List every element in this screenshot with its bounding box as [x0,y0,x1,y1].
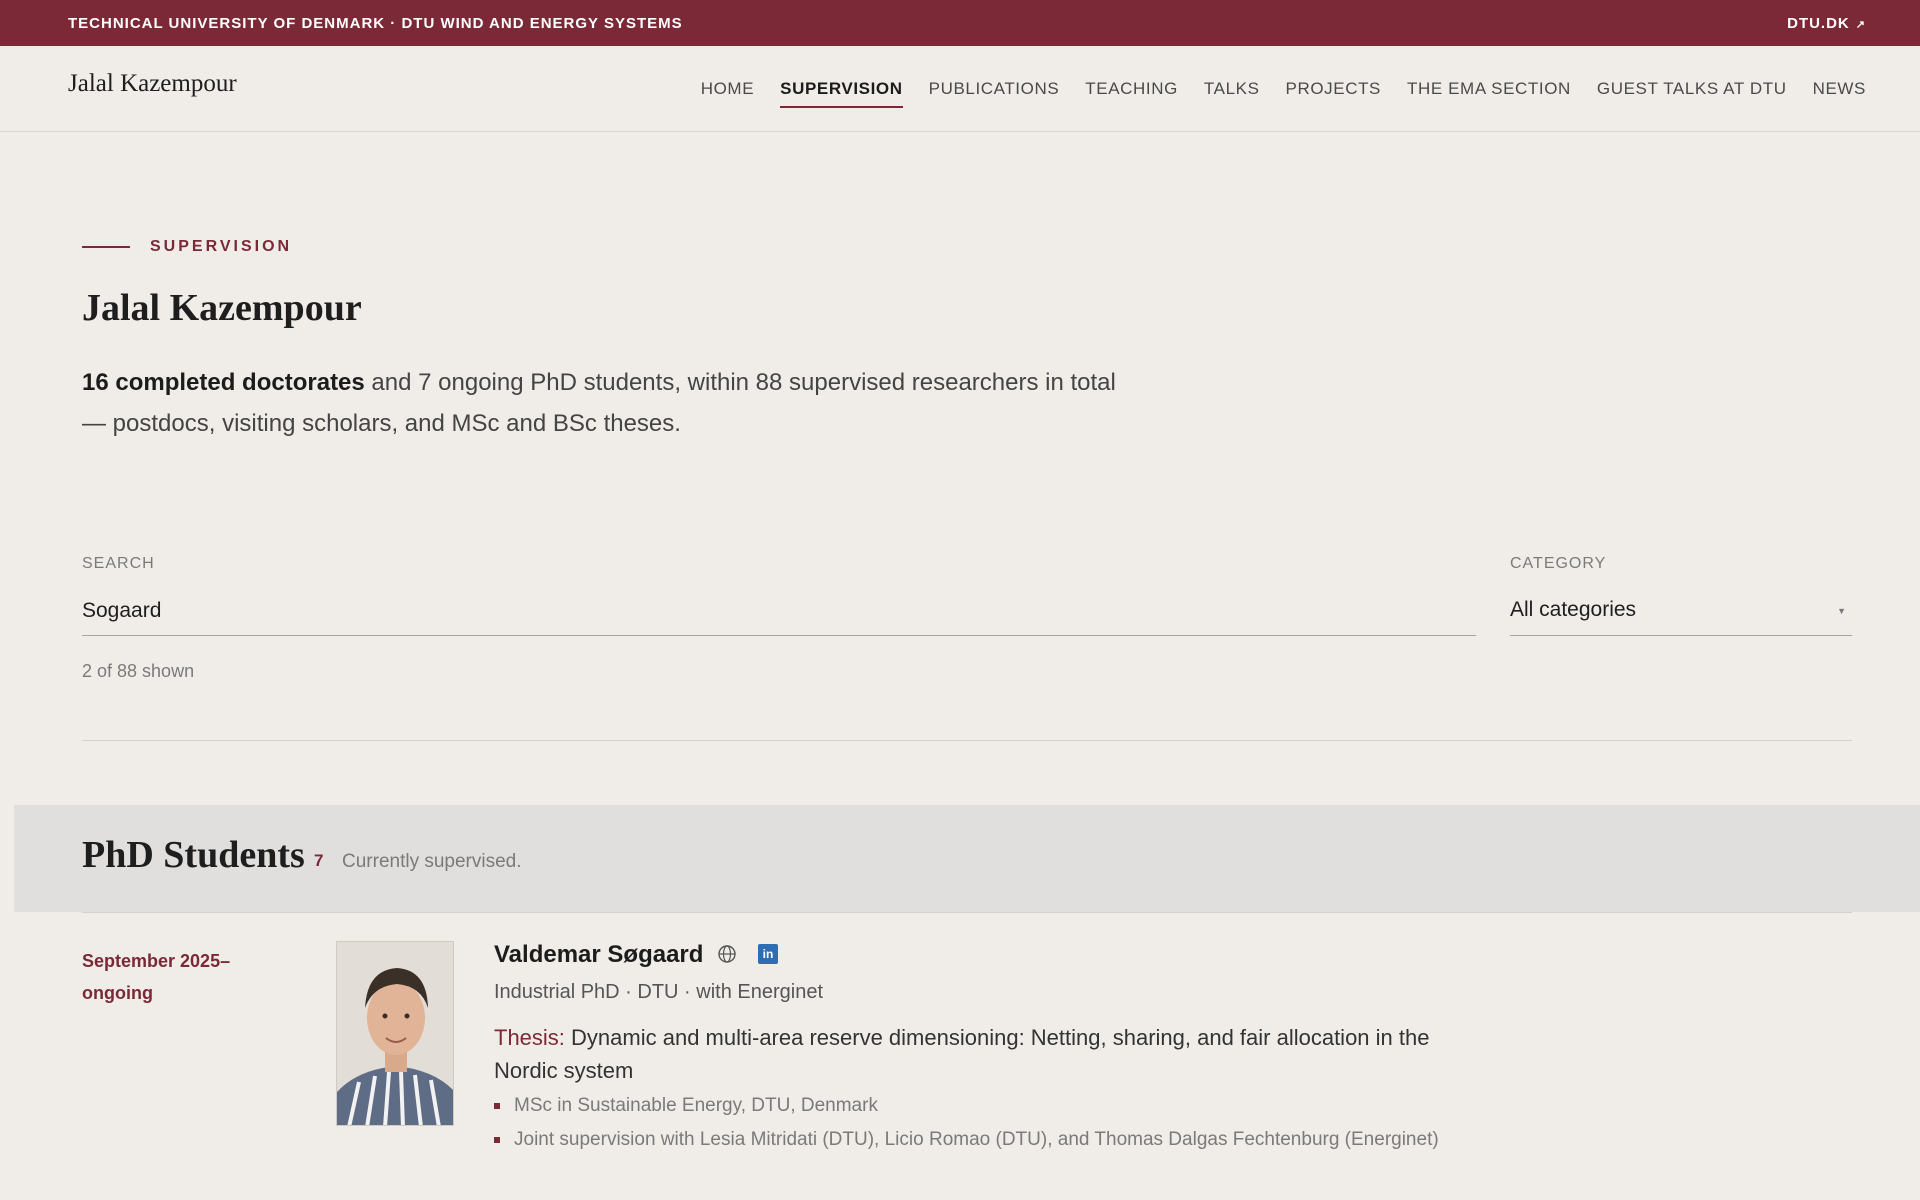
eyebrow-line [82,246,130,248]
nav-teaching[interactable]: TEACHING [1085,79,1178,108]
dtu-external-link[interactable]: DTU.DK ↗ [1787,15,1866,32]
globe-icon[interactable] [717,944,737,964]
site-header: Jalal Kazempour HOME SUPERVISION PUBLICA… [0,46,1920,132]
list-item: MSc in Sustainable Energy, DTU, Denmark [494,1089,1439,1123]
nav-publications[interactable]: PUBLICATIONS [929,79,1060,108]
institution-label: Technical University of Denmark · DTU Wi… [68,15,683,32]
thesis-label: Thesis: [494,1025,565,1050]
person-portrait-icon [337,942,453,1125]
section-eyebrow: Supervision [82,238,292,256]
person-date: September 2025–ongoing [82,951,231,1003]
linkedin-icon[interactable]: in [758,944,778,964]
site-brand[interactable]: Jalal Kazempour [68,70,237,98]
person-thesis: Thesis: Dynamic and multi-area reserve d… [494,1021,1434,1087]
nav-guest-talks[interactable]: GUEST TALKS AT DTU [1597,79,1787,108]
eyebrow-text: Supervision [150,238,293,255]
nav-ema-section[interactable]: THE EMA SECTION [1407,79,1571,108]
category-select[interactable]: All categories ▼ [1510,586,1852,636]
person-name[interactable]: Valdemar Søgaard [494,941,703,969]
page-title: Jalal Kazempour [82,287,362,329]
person-details: MSc in Sustainable Energy, DTU, Denmark … [494,1089,1439,1157]
page-lead: 16 completed doctorates and 7 ongoing Ph… [82,362,1122,444]
results-count: 2 of 88 shown [82,661,195,681]
person-role: Industrial PhD · DTU · with Energinet [494,981,824,1003]
person-photo [336,941,454,1126]
search-input[interactable] [82,586,1476,636]
section-description: Currently supervised. [342,851,522,872]
section-count: 7 [314,851,324,870]
nav-news[interactable]: NEWS [1813,79,1866,108]
category-value: All categories [1510,598,1637,621]
nav-talks[interactable]: TALKS [1204,79,1260,108]
nav-projects[interactable]: PROJECTS [1286,79,1381,108]
filters-divider [82,740,1852,741]
lead-highlight: 16 completed doctorates [82,369,365,396]
nav-home[interactable]: HOME [701,79,754,108]
nav-supervision[interactable]: SUPERVISION [780,79,903,108]
category-label: Category [1510,555,1607,572]
external-link-icon: ↗ [1855,19,1866,31]
top-bar: Technical University of Denmark · DTU Wi… [0,0,1920,46]
chevron-down-icon: ▼ [1837,606,1846,616]
section-title: PhD Students [82,834,305,876]
list-item: Joint supervision with Lesia Mitridati (… [494,1123,1439,1157]
section-divider [82,912,1852,913]
main-nav: HOME SUPERVISION PUBLICATIONS TEACHING T… [675,79,1866,108]
thesis-title: Dynamic and multi-area reserve dimension… [494,1025,1430,1083]
search-label: Search [82,555,155,572]
